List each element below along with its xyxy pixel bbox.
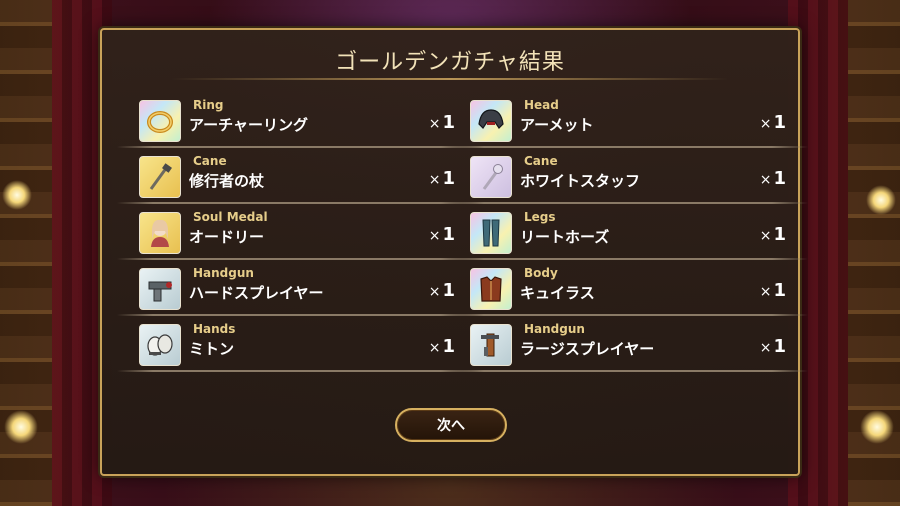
handgun-icon [148,281,172,302]
item-name: 修行者の杖 [189,172,265,190]
item-category: Cane [524,154,558,168]
result-item[interactable]: Handgun ハードスプレイヤー × 1 [117,264,477,316]
item-quantity: × 1 [428,280,455,301]
result-item[interactable]: Ring アーチャーリング × 1 [117,96,477,148]
item-category: Head [524,98,559,112]
light-orb [4,410,38,444]
item-name: アーメット [520,116,594,134]
item-thumbnail [139,212,181,254]
item-quantity: × 1 [759,336,786,357]
item-category: Hands [193,322,236,336]
item-thumbnail [139,100,181,142]
item-thumbnail [470,100,512,142]
item-category: Cane [193,154,227,168]
light-orb [2,180,32,210]
row-divider [117,258,477,260]
dialog-title: ゴールデンガチャ結果 [335,50,565,75]
item-thumbnail [139,156,181,198]
result-item[interactable]: Handgun ラージスプレイヤー × 1 [448,320,808,372]
result-item[interactable]: Head アーメット × 1 [448,96,808,148]
staff-icon [149,163,172,190]
white-staff-icon [482,164,503,190]
item-name: ラージスプレイヤー [520,340,655,358]
row-divider [117,370,477,372]
row-divider [117,314,477,316]
item-quantity: × 1 [428,224,455,245]
item-quantity: × 1 [759,280,786,301]
item-category: Handgun [524,322,585,336]
item-name: キュイラス [520,284,595,302]
row-divider [448,258,808,260]
light-orb [860,410,894,444]
item-thumbnail [139,268,181,310]
item-quantity: × 1 [759,168,786,189]
item-quantity: × 1 [428,112,455,133]
result-item[interactable]: Soul Medal オードリー × 1 [117,208,477,260]
item-category: Soul Medal [193,210,268,224]
item-quantity: × 1 [759,224,786,245]
item-quantity: × 1 [759,112,786,133]
item-category: Legs [524,210,556,224]
row-divider [448,314,808,316]
item-name: ハードスプレイヤー [189,284,324,302]
row-divider [117,202,477,204]
character-portrait-icon [151,219,169,247]
next-button[interactable]: 次へ [395,408,507,442]
item-name: ホワイトスタッフ [520,172,641,190]
item-thumbnail [470,212,512,254]
item-name: ミトン [189,340,235,358]
large-gun-icon [481,333,499,357]
item-thumbnail [139,324,181,366]
helmet-icon [478,109,504,129]
item-thumbnail [470,268,512,310]
result-item[interactable]: Hands ミトン × 1 [117,320,477,372]
item-category: Ring [193,98,224,112]
row-divider [448,370,808,372]
item-name: オードリー [189,228,265,246]
result-item[interactable]: Cane ホワイトスタッフ × 1 [448,152,808,204]
item-quantity: × 1 [428,168,455,189]
item-thumbnail [470,156,512,198]
title-divider [172,78,728,80]
leg-armor-icon [482,219,500,247]
gloves-icon [147,334,173,356]
light-orb [866,185,896,215]
row-divider [448,146,808,148]
row-divider [448,202,808,204]
result-item[interactable]: Cane 修行者の杖 × 1 [117,152,477,204]
item-thumbnail [470,324,512,366]
row-divider [117,146,477,148]
item-name: アーチャーリング [189,116,308,134]
item-quantity: × 1 [428,336,455,357]
body-armor-icon [480,276,502,302]
item-name: リートホーズ [520,228,610,246]
ring-icon [147,111,173,133]
result-item[interactable]: Legs リートホーズ × 1 [448,208,808,260]
result-item[interactable]: Body キュイラス × 1 [448,264,808,316]
item-category: Body [524,266,558,280]
item-category: Handgun [193,266,254,280]
gacha-result-dialog: ゴールデンガチャ結果 Ring アーチャーリング × 1 Head アーメット ×… [100,28,808,476]
